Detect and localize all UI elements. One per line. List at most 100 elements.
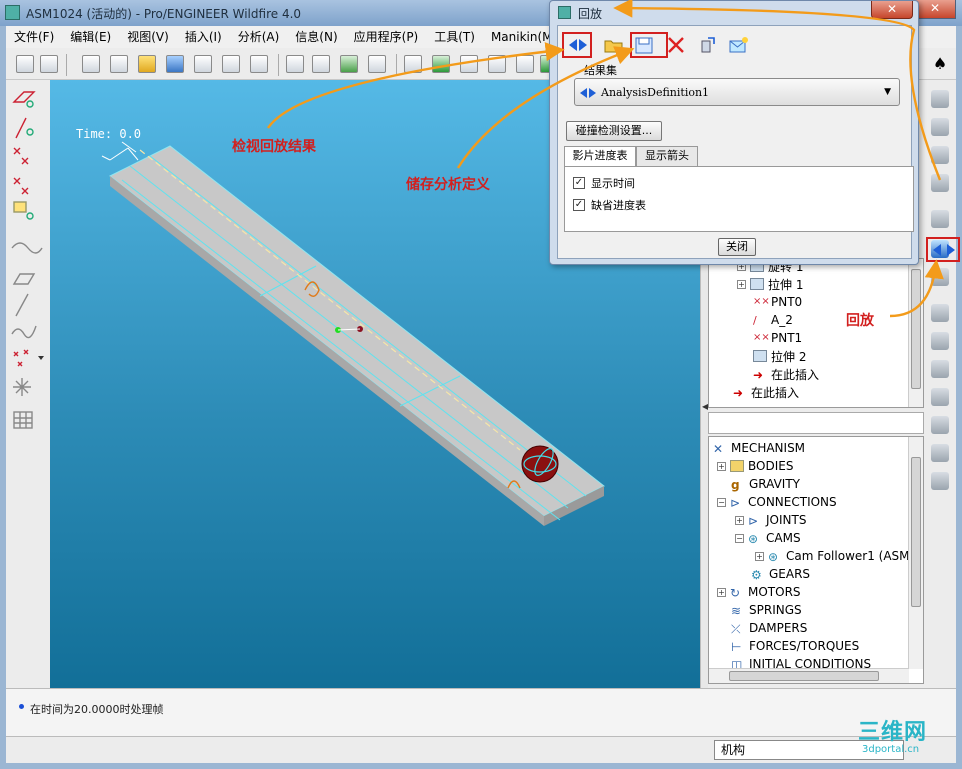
tree-gravity[interactable]: g GRAVITY [731, 475, 800, 493]
tree-item-extrude1[interactable]: + 拉伸 1 [737, 275, 803, 293]
tree-springs[interactable]: ≋ SPRINGS [731, 601, 802, 619]
tree-dampers[interactable]: ⤫ DAMPERS [731, 619, 807, 637]
expand-icon[interactable]: + [735, 515, 744, 525]
paste-special-icon[interactable] [250, 55, 268, 73]
default-schedule-row[interactable]: ✓ 缺省进度表 [573, 197, 646, 213]
connect-icon[interactable] [931, 90, 949, 108]
close-button[interactable]: 关闭 [718, 238, 756, 256]
paste-icon[interactable] [222, 55, 240, 73]
tree-item-pnt0[interactable]: ×× PNT0 [753, 293, 802, 311]
scrollbar-thumb[interactable] [911, 457, 921, 607]
collapse-icon[interactable]: − [735, 533, 744, 543]
pencil-icon[interactable] [488, 55, 506, 73]
mechanism-tree-hscrollbar[interactable] [709, 668, 909, 683]
open-results-button[interactable] [602, 34, 626, 56]
tree-top-scrollbar[interactable] [908, 259, 923, 407]
menu-analysis[interactable]: 分析(A) [230, 26, 288, 48]
tree-gears[interactable]: ⚙ GEARS [751, 565, 810, 583]
tree-joints[interactable]: + ⊳ JOINTS [735, 511, 806, 529]
menu-info[interactable]: 信息(N) [287, 26, 345, 48]
default-schedule-checkbox[interactable]: ✓ [573, 199, 585, 211]
table-icon[interactable] [13, 411, 33, 429]
initial-condition-icon[interactable] [931, 444, 949, 462]
plane-icon[interactable] [12, 273, 36, 285]
mechanism-icon[interactable] [82, 55, 100, 73]
sketch-icon[interactable] [516, 55, 534, 73]
spade-icon[interactable]: ♠ [924, 54, 956, 76]
dialog-close-button[interactable]: ✕ [871, 1, 913, 19]
gear-icon[interactable] [931, 146, 949, 164]
scrollbar-thumb[interactable] [911, 269, 921, 389]
force-icon[interactable] [931, 416, 949, 434]
datum-plane-icon[interactable] [12, 91, 36, 108]
redo-icon[interactable] [312, 55, 330, 73]
menu-file[interactable]: 文件(F) [6, 26, 62, 48]
datum-display-icon[interactable] [404, 55, 422, 73]
analysis-icon[interactable] [931, 210, 949, 228]
expand-icon[interactable]: + [755, 551, 764, 561]
tab-movie-schedule[interactable]: 影片进度表 [564, 146, 636, 167]
damper-icon[interactable] [931, 388, 949, 406]
cam-icon[interactable] [931, 174, 949, 192]
point-cluster-icon[interactable] [13, 349, 29, 367]
regenerate-icon[interactable] [340, 55, 358, 73]
spring-icon[interactable] [931, 360, 949, 378]
show-time-checkbox[interactable]: ✓ [573, 177, 585, 189]
spline-icon[interactable] [11, 325, 37, 339]
datum-point-icon[interactable] [13, 147, 29, 165]
tree-item-insert-here-root[interactable]: ➜ 在此插入 [733, 383, 799, 401]
tree-item-a2[interactable]: / A_2 [753, 311, 793, 329]
new-file-icon[interactable] [110, 55, 128, 73]
collapse-icon[interactable]: − [717, 497, 726, 507]
dropdown-arrow-icon[interactable] [38, 356, 44, 360]
select-filter-icon[interactable] [40, 55, 58, 73]
datum-axis-icon[interactable] [15, 117, 34, 139]
menu-edit[interactable]: 编辑(E) [62, 26, 119, 48]
select-icon[interactable] [16, 55, 34, 73]
tree-mechanism[interactable]: ✕ MECHANISM [713, 439, 805, 457]
tree-forces-torques[interactable]: ⊢ FORCES/TORQUES [731, 637, 859, 655]
follower-ball[interactable] [521, 445, 559, 483]
offset-point-icon[interactable] [13, 177, 29, 195]
servo-motor-icon[interactable] [931, 304, 949, 322]
tree-item-pnt1[interactable]: ×× PNT1 [753, 329, 802, 347]
undo-icon[interactable] [286, 55, 304, 73]
driver-icon[interactable] [931, 332, 949, 350]
drag-icon[interactable] [931, 118, 949, 136]
scrollbar-thumb[interactable] [729, 671, 879, 681]
tree-cam-follower1[interactable]: + ⊛ Cam Follower1 (ASM [755, 547, 910, 565]
results-set-select[interactable]: AnalysisDefinition1 ▼ [574, 78, 900, 106]
copy-icon[interactable] [194, 55, 212, 73]
star-point-icon[interactable] [13, 378, 31, 396]
tab-show-arrows[interactable]: 显示箭头 [636, 146, 698, 166]
csys-icon[interactable] [13, 201, 34, 220]
menu-insert[interactable]: 插入(I) [177, 26, 230, 48]
line-icon[interactable] [15, 293, 29, 317]
expand-icon[interactable]: + [737, 279, 746, 289]
email-results-button[interactable] [726, 34, 750, 56]
menu-applications[interactable]: 应用程序(P) [346, 26, 427, 48]
tree-item-insert-here[interactable]: ➜ 在此插入 [753, 365, 819, 383]
close-window-button[interactable]: ✕ [914, 0, 956, 19]
expand-icon[interactable]: + [717, 461, 726, 471]
show-time-row[interactable]: ✓ 显示时间 [573, 175, 635, 191]
window-icon[interactable] [460, 55, 478, 73]
mechanism-tree-scrollbar[interactable] [908, 437, 923, 669]
tree-motors[interactable]: + ↻ MOTORS [717, 583, 801, 601]
tree-connections[interactable]: − ⊳ CONNECTIONS [717, 493, 837, 511]
open-folder-icon[interactable] [138, 55, 156, 73]
measure-results-icon[interactable] [931, 268, 949, 286]
checklist-icon[interactable] [432, 55, 450, 73]
tree-cams[interactable]: − ⊛ CAMS [735, 529, 801, 547]
mass-properties-icon[interactable] [931, 472, 949, 490]
curve-icon[interactable] [11, 242, 43, 254]
menu-view[interactable]: 视图(V) [119, 26, 177, 48]
collision-detection-settings-button[interactable]: 碰撞检测设置... [566, 121, 662, 141]
playback-arrows-icon[interactable] [930, 240, 958, 260]
menu-tools[interactable]: 工具(T) [426, 26, 483, 48]
export-results-button[interactable] [696, 34, 720, 56]
save-icon[interactable] [166, 55, 184, 73]
regen-manager-icon[interactable] [368, 55, 386, 73]
expand-icon[interactable]: + [717, 587, 726, 597]
tree-bodies[interactable]: + BODIES [717, 457, 793, 475]
